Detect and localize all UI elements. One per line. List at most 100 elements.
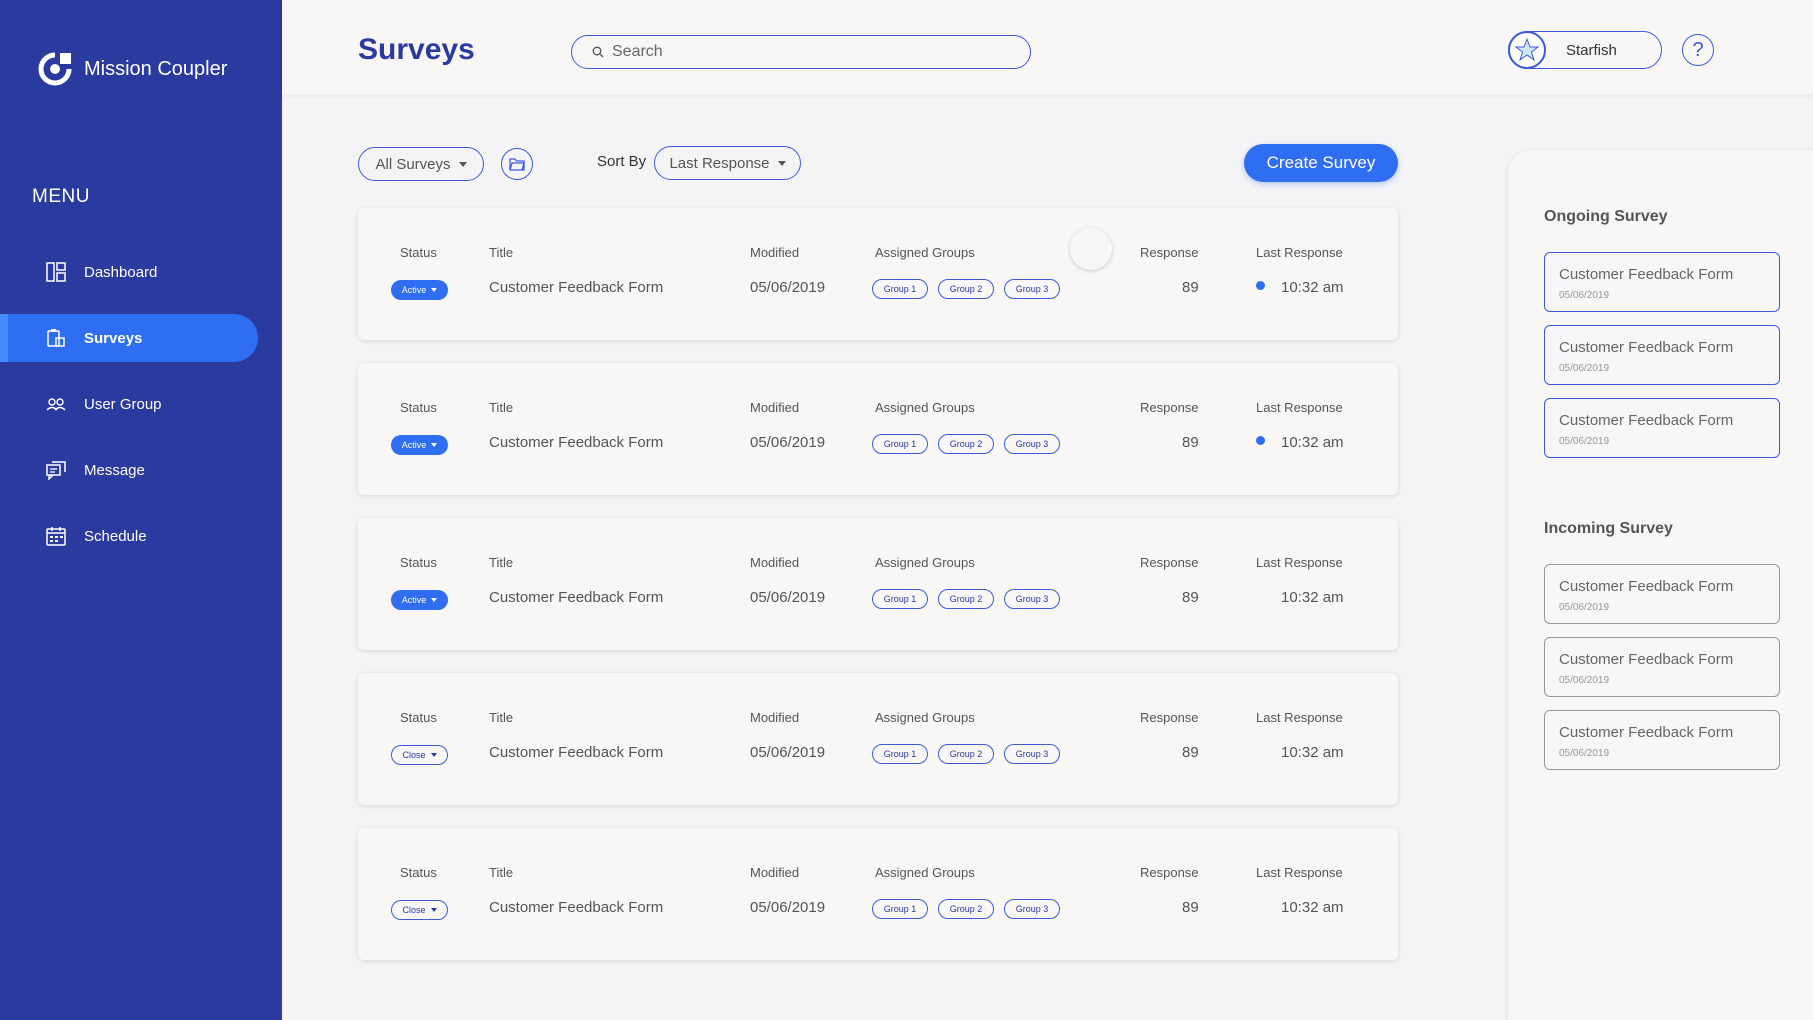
live-dot-icon xyxy=(1256,281,1265,290)
dashboard-icon xyxy=(46,262,66,282)
folder-icon xyxy=(509,158,525,171)
title-header: Title xyxy=(489,555,514,570)
survey-date: 05/06/2019 xyxy=(1559,363,1610,374)
survey-card[interactable]: Status Title Modified Assigned Groups Re… xyxy=(358,828,1398,960)
survey-title[interactable]: Customer Feedback Form xyxy=(489,589,663,606)
search-input[interactable] xyxy=(612,43,1012,61)
sidebar-item-schedule[interactable]: Schedule xyxy=(0,512,282,560)
status-value: Active xyxy=(401,440,427,450)
survey-card[interactable]: Status Title Modified Assigned Groups Re… xyxy=(358,208,1398,340)
modified-date: 05/06/2019 xyxy=(750,589,826,606)
status-dropdown[interactable]: Active xyxy=(391,280,448,300)
survey-card[interactable]: Status Title Modified Assigned Groups Re… xyxy=(358,673,1398,805)
last-response-header: Last Response xyxy=(1256,245,1343,260)
status-dropdown[interactable]: Active xyxy=(391,590,448,610)
group-tag[interactable]: Group 1 xyxy=(872,279,928,299)
status-header: Status xyxy=(400,865,437,880)
group-tag[interactable]: Group 1 xyxy=(872,589,928,609)
group-tag[interactable]: Group 2 xyxy=(938,744,994,764)
group-tag[interactable]: Group 3 xyxy=(1004,279,1060,299)
group-tag[interactable]: Group 2 xyxy=(938,279,994,299)
sidebar-item-user-group[interactable]: User Group xyxy=(0,380,282,428)
modified-header: Modified xyxy=(750,555,800,570)
folder-button[interactable] xyxy=(501,148,533,180)
survey-card[interactable]: Status Title Modified Assigned Groups Re… xyxy=(358,518,1398,650)
last-response-time: 10:32 am xyxy=(1281,434,1344,451)
chevron-down-icon xyxy=(430,908,437,912)
modified-date: 05/06/2019 xyxy=(750,899,826,916)
survey-title: Customer Feedback Form xyxy=(1559,266,1734,283)
group-tag[interactable]: Group 2 xyxy=(938,434,994,454)
last-response-time: 10:32 am xyxy=(1281,589,1344,606)
group-tag[interactable]: Group 3 xyxy=(1004,589,1060,609)
survey-title[interactable]: Customer Feedback Form xyxy=(489,434,663,451)
last-response-time: 10:32 am xyxy=(1281,279,1344,296)
survey-title: Customer Feedback Form xyxy=(1559,651,1734,668)
sidebar-item-message[interactable]: Message xyxy=(0,446,282,494)
survey-date: 05/06/2019 xyxy=(1559,602,1610,613)
ongoing-survey-card[interactable]: Customer Feedback Form 05/06/2019 xyxy=(1544,325,1780,385)
group-tags: Group 1 Group 2 Group 3 xyxy=(872,589,1070,609)
group-tag[interactable]: Group 1 xyxy=(872,744,928,764)
chevron-down-icon xyxy=(458,161,467,167)
groups-header: Assigned Groups xyxy=(875,245,975,260)
title-header: Title xyxy=(489,245,514,260)
survey-title[interactable]: Customer Feedback Form xyxy=(489,744,663,761)
status-value: Close xyxy=(402,905,426,915)
create-survey-button[interactable]: Create Survey xyxy=(1244,144,1398,182)
top-header: Surveys Starfish ? xyxy=(282,0,1813,94)
incoming-survey-card[interactable]: Customer Feedback Form 05/06/2019 xyxy=(1544,710,1780,770)
sidebar-item-label: Schedule xyxy=(84,527,147,545)
group-tag[interactable]: Group 1 xyxy=(872,434,928,454)
status-dropdown[interactable]: Close xyxy=(391,900,448,920)
group-tag[interactable]: Group 2 xyxy=(938,589,994,609)
search-bar[interactable] xyxy=(571,35,1031,69)
calendar-icon xyxy=(46,526,66,546)
sidebar-item-label: Dashboard xyxy=(84,263,158,281)
incoming-survey-card[interactable]: Customer Feedback Form 05/06/2019 xyxy=(1544,637,1780,697)
group-tags: Group 1 Group 2 Group 3 xyxy=(872,279,1070,299)
ongoing-survey-card[interactable]: Customer Feedback Form 05/06/2019 xyxy=(1544,398,1780,458)
user-menu[interactable]: Starfish xyxy=(1508,31,1662,69)
last-response-time: 10:32 am xyxy=(1281,744,1344,761)
sort-dropdown[interactable]: Last Response xyxy=(654,146,801,180)
survey-title: Customer Feedback Form xyxy=(1559,724,1734,741)
modified-date: 05/06/2019 xyxy=(750,434,826,451)
logo-icon xyxy=(38,52,72,86)
response-count: 89 xyxy=(1182,434,1199,451)
survey-list: Status Title Modified Assigned Groups Re… xyxy=(358,208,1398,983)
survey-title: Customer Feedback Form xyxy=(1559,578,1734,595)
last-response-time: 10:32 am xyxy=(1281,899,1344,916)
survey-icon xyxy=(46,328,66,348)
status-value: Active xyxy=(401,595,427,605)
status-dropdown[interactable]: Close xyxy=(391,745,448,765)
survey-card[interactable]: Status Title Modified Assigned Groups Re… xyxy=(358,363,1398,495)
survey-title[interactable]: Customer Feedback Form xyxy=(489,899,663,916)
incoming-survey-card[interactable]: Customer Feedback Form 05/06/2019 xyxy=(1544,564,1780,624)
survey-filter-dropdown[interactable]: All Surveys xyxy=(358,147,484,181)
ongoing-survey-card[interactable]: Customer Feedback Form 05/06/2019 xyxy=(1544,252,1780,312)
sidebar-item-surveys[interactable]: Surveys xyxy=(0,314,258,362)
response-count: 89 xyxy=(1182,279,1199,296)
survey-title[interactable]: Customer Feedback Form xyxy=(489,279,663,296)
response-header: Response xyxy=(1140,400,1199,415)
groups-header: Assigned Groups xyxy=(875,555,975,570)
last-response-header: Last Response xyxy=(1256,400,1343,415)
group-tag[interactable]: Group 1 xyxy=(872,899,928,919)
group-tag[interactable]: Group 3 xyxy=(1004,434,1060,454)
sort-value: Last Response xyxy=(669,154,770,172)
group-tag[interactable]: Group 3 xyxy=(1004,899,1060,919)
help-button[interactable]: ? xyxy=(1682,34,1714,66)
starfish-icon xyxy=(1514,37,1540,62)
survey-title: Customer Feedback Form xyxy=(1559,412,1734,429)
survey-date: 05/06/2019 xyxy=(1559,748,1610,759)
group-tag[interactable]: Group 3 xyxy=(1004,744,1060,764)
menu-title: MENU xyxy=(32,186,90,207)
sidebar-item-dashboard[interactable]: Dashboard xyxy=(0,248,282,296)
modified-header: Modified xyxy=(750,865,800,880)
app-logo[interactable]: Mission Coupler xyxy=(36,50,227,88)
status-dropdown[interactable]: Active xyxy=(391,435,448,455)
group-tags: Group 1 Group 2 Group 3 xyxy=(872,434,1070,454)
group-tag[interactable]: Group 2 xyxy=(938,899,994,919)
status-value: Active xyxy=(401,285,427,295)
